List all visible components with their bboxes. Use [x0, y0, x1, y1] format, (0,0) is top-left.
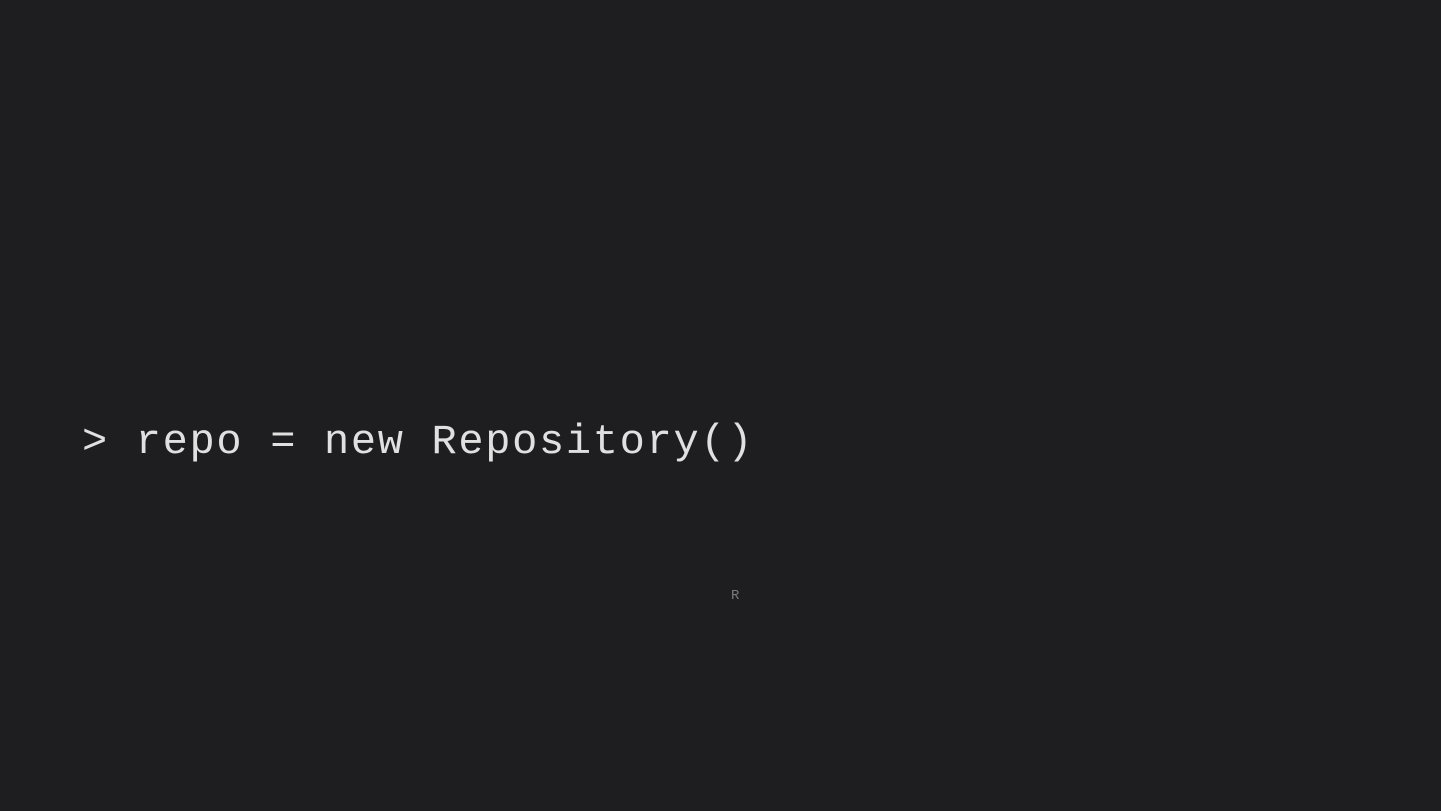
- code-line: > repo = new Repository(): [82, 418, 754, 466]
- stray-letter: R: [731, 588, 739, 604]
